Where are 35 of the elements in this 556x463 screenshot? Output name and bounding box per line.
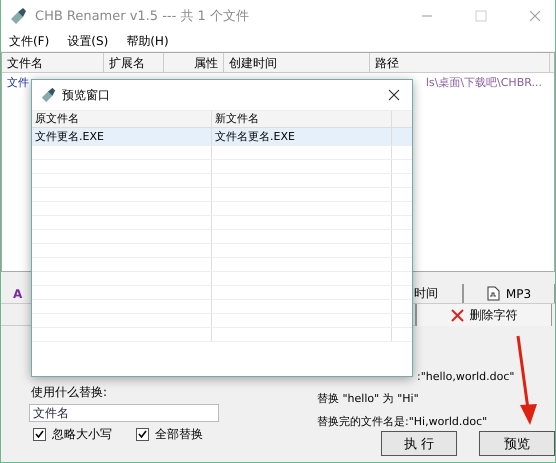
column-header[interactable]: 原文件名 [32, 111, 212, 127]
pen-icon [40, 87, 56, 103]
example-text: 替换完的文件名是:"Hi,world.doc" [317, 414, 488, 429]
dialog-title: 预览窗口 [62, 86, 110, 104]
action-button[interactable]: 预览 [479, 431, 555, 456]
menu-item[interactable]: 帮助(H) [126, 33, 169, 50]
column-header[interactable]: 创建时间 [224, 53, 370, 72]
new-name-cell: 文件名更名.EXE [212, 128, 392, 145]
column-header[interactable]: 新文件名 [212, 111, 392, 127]
column-header[interactable]: 属性 [164, 53, 224, 72]
example-text: 替换 "hello" 为 "Hi" [317, 391, 420, 406]
checkbox[interactable] [136, 428, 149, 441]
audio-file-icon [486, 286, 500, 301]
replace-field[interactable]: 文件名 [29, 404, 219, 422]
pen-icon [9, 7, 27, 25]
action-button[interactable]: 执 行 [381, 431, 457, 456]
path-cell: ls\桌面\下载吧\CHBR... [426, 74, 542, 90]
column-header[interactable]: 文件名 [2, 53, 104, 72]
column-header[interactable]: 扩展名 [104, 53, 164, 72]
example-text: :"hello,world.doc" [417, 370, 516, 383]
close-icon[interactable] [388, 89, 400, 101]
menu-item[interactable]: 文件(F) [9, 33, 50, 50]
old-name-cell: 文件更名.EXE [32, 128, 212, 145]
cross-icon [450, 308, 464, 322]
tab[interactable]: MP3 [463, 284, 555, 303]
checkbox[interactable] [33, 428, 46, 441]
file-name-cell: 文件 [7, 74, 29, 90]
checkbox-label: 全部替换 [155, 426, 203, 443]
window-title: CHB Renamer v1.5 --- 共 1 个文件 [35, 8, 249, 25]
field-label: 使用什么替换: [31, 384, 108, 401]
tab[interactable]: A [13, 286, 22, 300]
menu-item[interactable]: 设置(S) [67, 33, 108, 50]
column-header[interactable]: 路径 [370, 53, 550, 72]
tab[interactable]: 删除字符 [416, 304, 552, 326]
checkbox-label: 忽略大小写 [52, 426, 112, 443]
